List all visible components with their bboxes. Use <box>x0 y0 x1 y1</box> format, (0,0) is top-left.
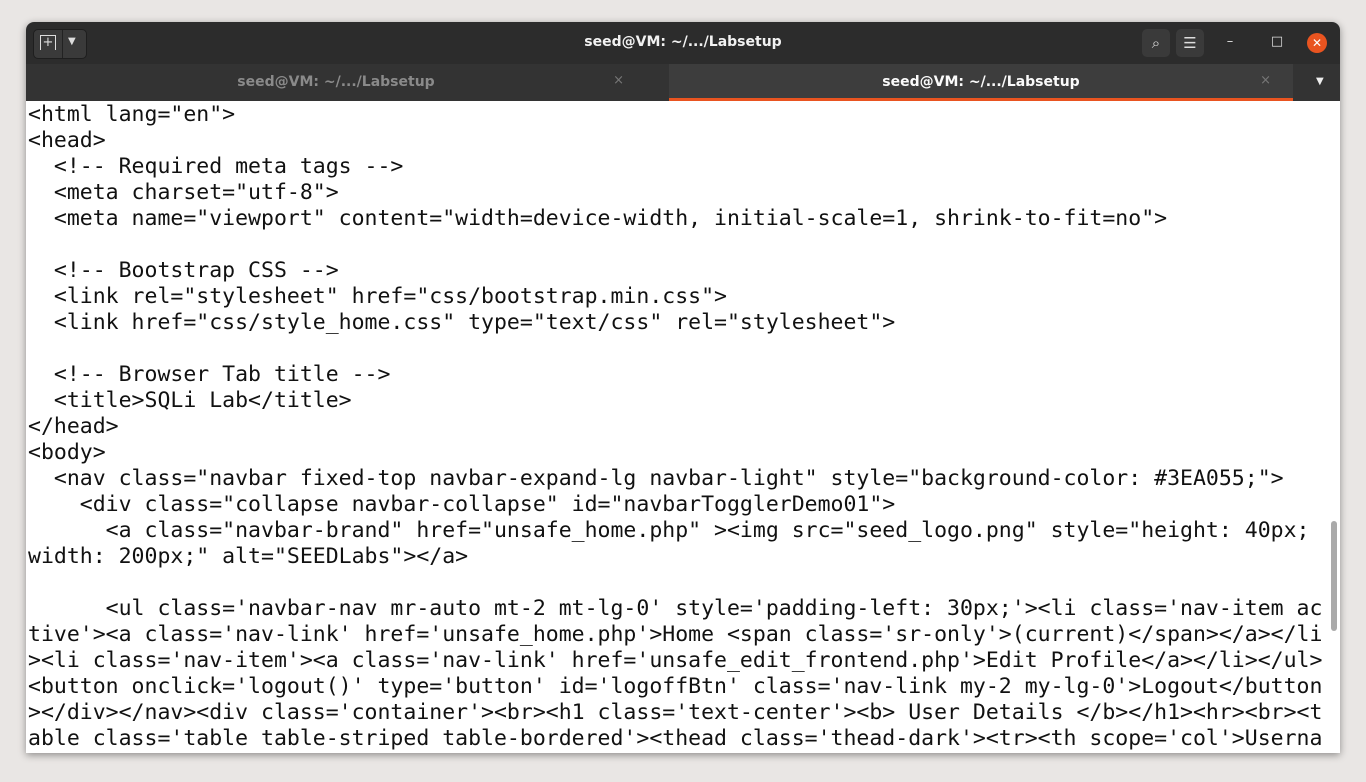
terminal-output[interactable]: <html lang="en"> <head> <!-- Required met… <box>28 102 1328 752</box>
title-bar: + ▼ seed@VM: ~/.../Labsetup ⌕ ☰ – □ ✕ <box>26 22 1340 64</box>
tab-label: seed@VM: ~/.../Labsetup <box>237 74 435 90</box>
terminal-line: <head> <box>28 128 106 153</box>
terminal-line: ><li class='nav-item'><a class='nav-link… <box>28 648 1323 673</box>
tab-1[interactable]: seed@VM: ~/.../Labsetup × <box>26 64 646 101</box>
terminal-line: <!-- Required meta tags --> <box>28 154 404 179</box>
tab-2-active[interactable]: seed@VM: ~/.../Labsetup × <box>669 64 1293 101</box>
terminal-line: <button onclick='logout()' type='button'… <box>28 674 1323 699</box>
search-button[interactable]: ⌕ <box>1142 29 1170 57</box>
terminal-line: ></div></nav><div class='container'><br>… <box>28 700 1323 725</box>
terminal-line: <!-- Bootstrap CSS --> <box>28 258 339 283</box>
terminal-line: <a class="navbar-brand" href="unsafe_hom… <box>28 518 1310 543</box>
terminal-line: <meta name="viewport" content="width=dev… <box>28 206 1168 231</box>
terminal-line: width: 200px;" alt="SEEDLabs"></a> <box>28 544 469 569</box>
terminal-window: + ▼ seed@VM: ~/.../Labsetup ⌕ ☰ – □ ✕ se… <box>26 22 1340 753</box>
minimize-button[interactable]: – <box>1221 34 1239 49</box>
tab-close-icon[interactable]: × <box>1260 73 1271 88</box>
terminal-line: <link rel="stylesheet" href="css/bootstr… <box>28 284 727 309</box>
terminal-line: <link href="css/style_home.css" type="te… <box>28 310 896 335</box>
terminal-line: </head> <box>28 414 119 439</box>
menu-button[interactable]: ☰ <box>1176 29 1204 57</box>
terminal-line: <div class="collapse navbar-collapse" id… <box>28 492 896 517</box>
terminal-line: tive'><a class='nav-link' href='unsafe_h… <box>28 622 1323 647</box>
tab-bar: seed@VM: ~/.../Labsetup × seed@VM: ~/...… <box>26 64 1340 101</box>
maximize-button[interactable]: □ <box>1268 34 1286 49</box>
hamburger-icon: ☰ <box>1183 34 1197 52</box>
terminal-line: <title>SQLi Lab</title> <box>28 388 352 413</box>
tabs-menu-icon[interactable]: ▼ <box>1316 76 1324 87</box>
terminal-line: <!-- Browser Tab title --> <box>28 362 391 387</box>
terminal-line: <meta charset="utf-8"> <box>28 180 339 205</box>
terminal-line: <html lang="en"> <box>28 102 236 127</box>
terminal-line: <ul class='navbar-nav mr-auto mt-2 mt-lg… <box>28 596 1323 621</box>
terminal-line: <body> <box>28 440 106 465</box>
scrollbar-thumb[interactable] <box>1331 521 1337 631</box>
active-tab-indicator <box>669 98 1293 101</box>
terminal-line: able class='table table-striped table-bo… <box>28 726 1323 751</box>
terminal-line: <nav class="navbar fixed-top navbar-expa… <box>28 466 1284 491</box>
tab-close-icon[interactable]: × <box>613 73 624 88</box>
tab-label: seed@VM: ~/.../Labsetup <box>882 74 1080 90</box>
search-icon: ⌕ <box>1151 34 1161 52</box>
close-button[interactable]: ✕ <box>1307 33 1327 53</box>
